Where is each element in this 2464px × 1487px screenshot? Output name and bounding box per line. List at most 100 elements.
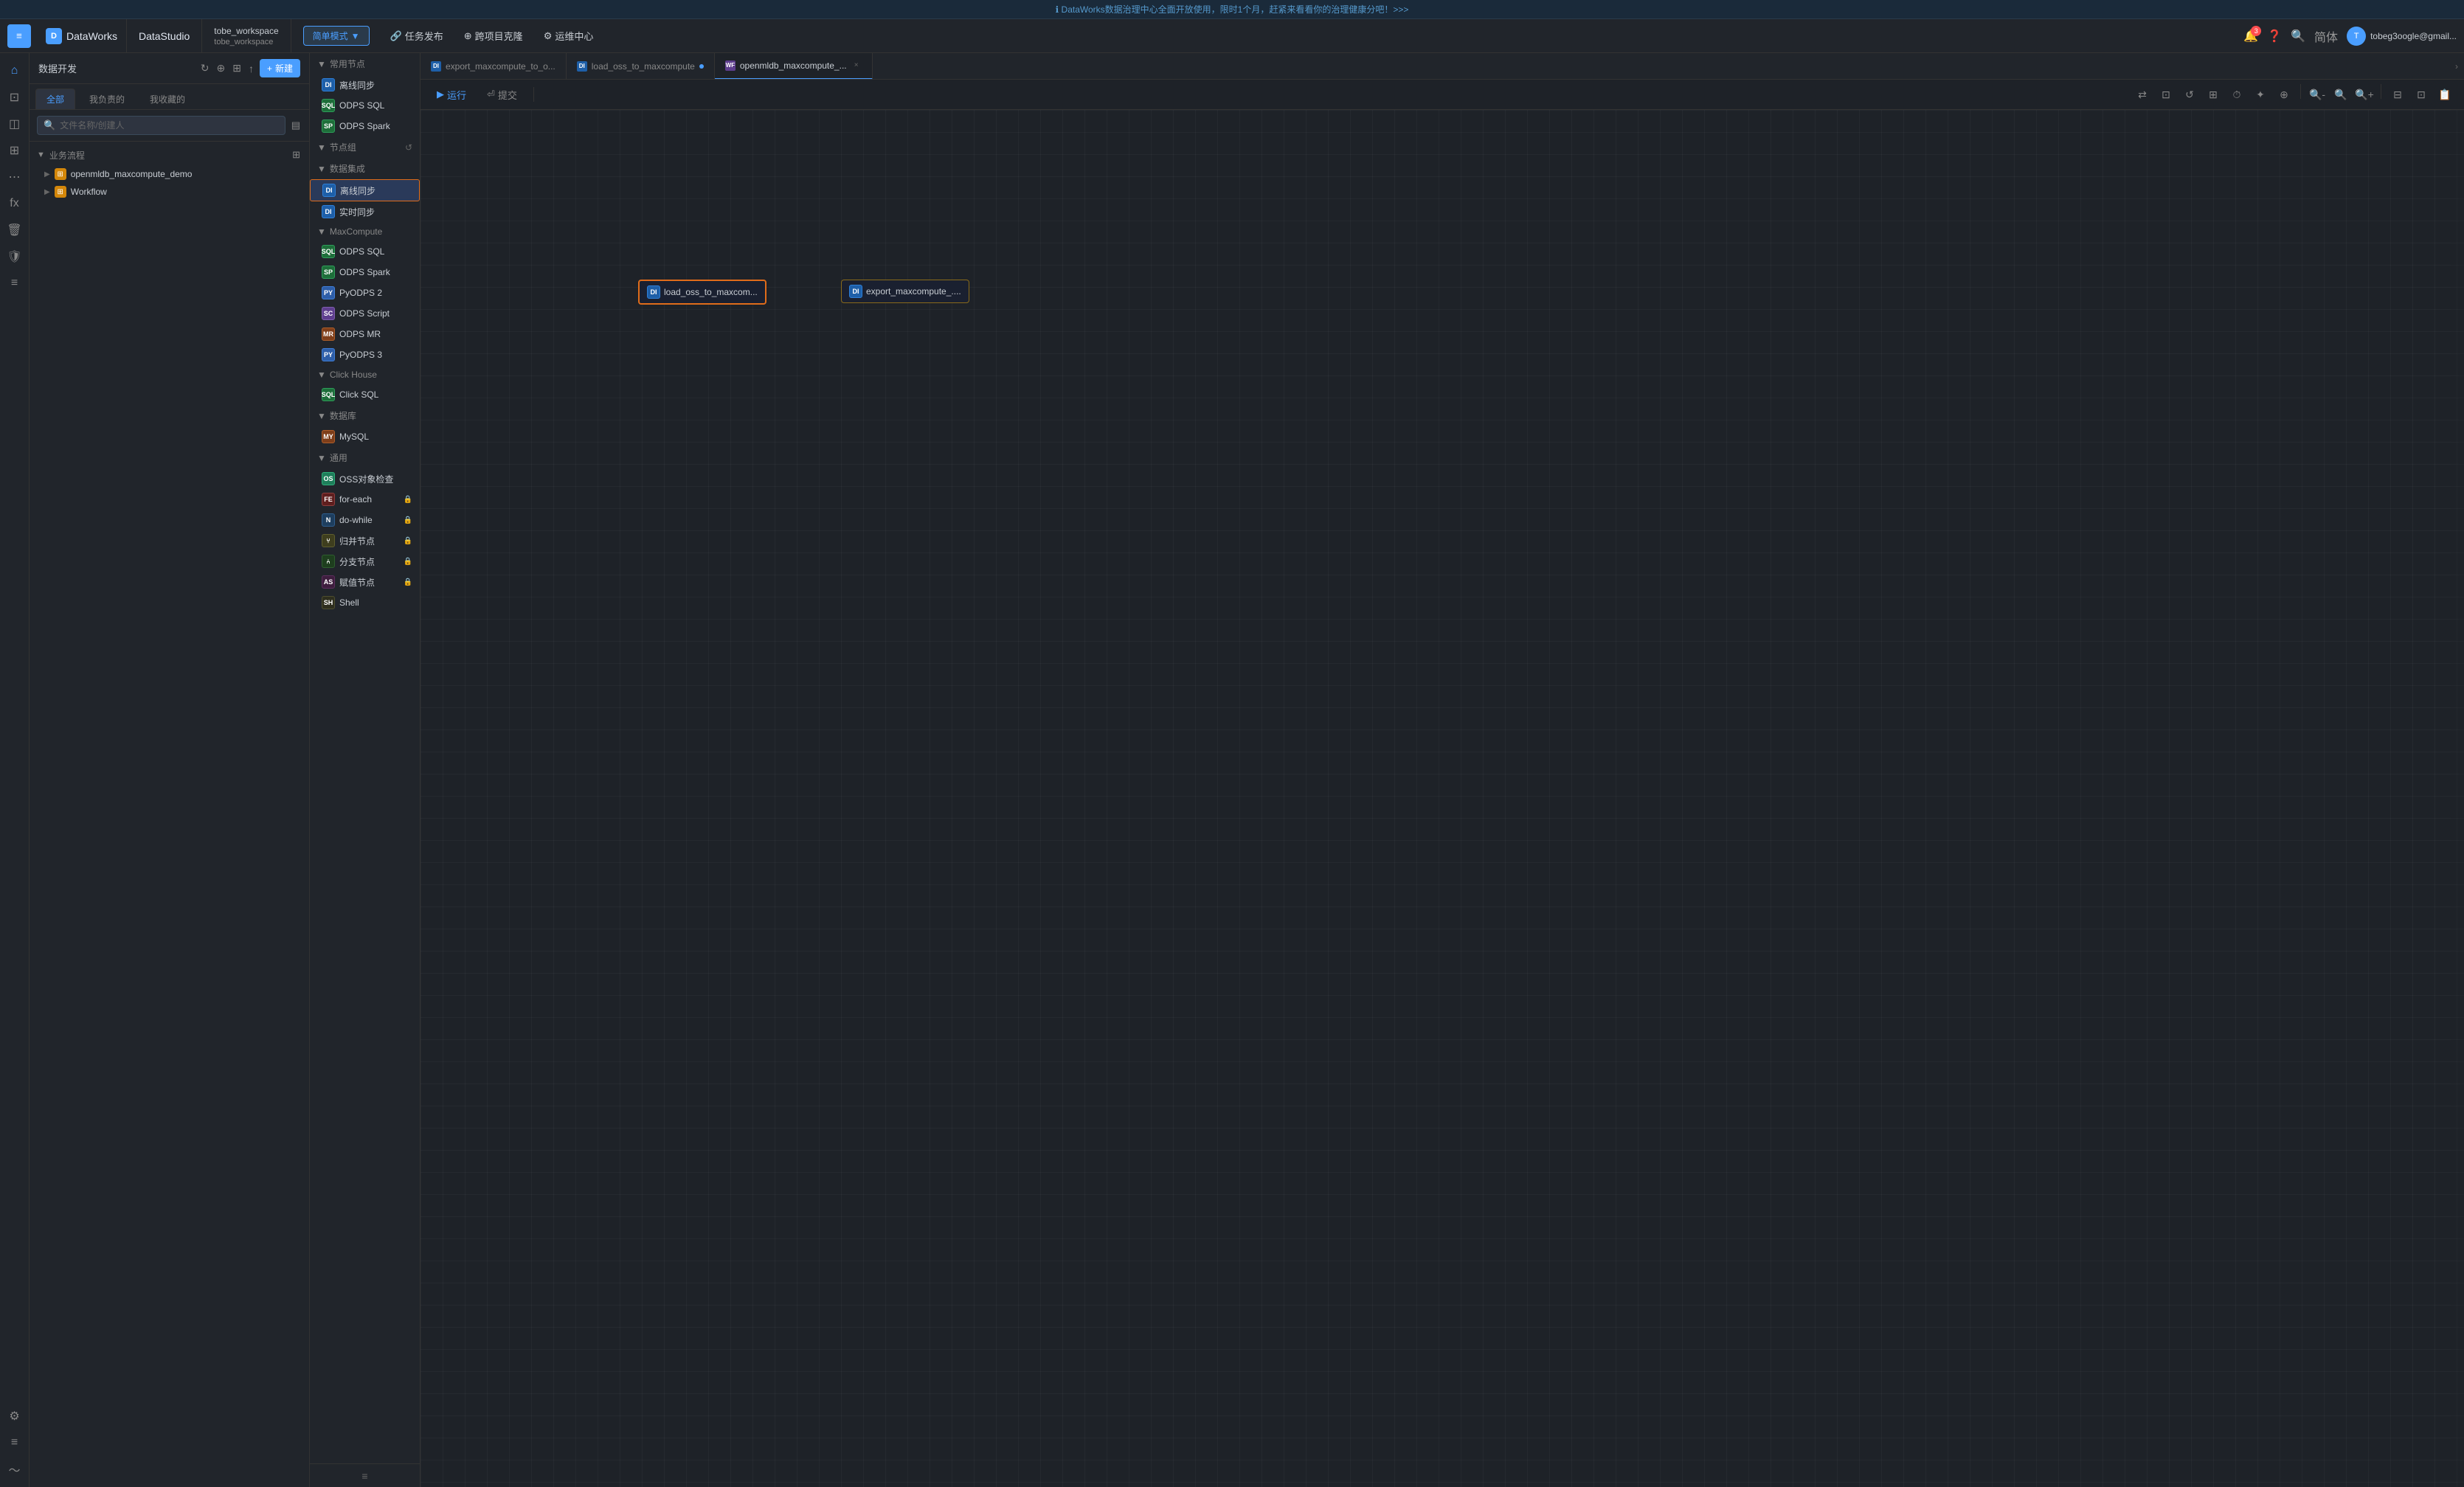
scroll-indicator[interactable]: › [2455,61,2458,72]
node-shell[interactable]: SH Shell [310,592,420,613]
submit-button[interactable]: ⏎ 提交 [480,85,525,105]
arrow-btn[interactable]: ⇄ [2132,84,2153,105]
group-data-integration[interactable]: ▼ 数据集成 [310,158,420,179]
select-btn[interactable]: ⊡ [2156,84,2176,105]
collapse-icon[interactable]: ≡ [361,1470,367,1482]
node-offline-sync-common[interactable]: DI 离线同步 [310,74,420,95]
user-menu[interactable]: T tobeg3oogle@gmail... [2347,27,2457,46]
avatar: T [2347,27,2366,46]
canvas-node-load-oss[interactable]: DI load_oss_to_maxcom... [638,280,766,305]
main-header: ≡ D DataWorks DataStudio tobe_workspace … [0,19,2464,53]
node-realtime-sync[interactable]: DI 实时同步 [310,201,420,222]
zoom-in-btn[interactable]: 🔍+ [2354,84,2375,105]
canvas-node-export-maxcompute[interactable]: DI export_maxcompute_.... [841,280,969,303]
toolbar-divider [533,87,534,102]
refresh-button[interactable]: ↻ [199,60,211,76]
node-assign[interactable]: AS 赋值节点 🔒 [310,572,420,592]
sidebar-item-workflow[interactable]: ⋯ [3,165,27,189]
filter-icon[interactable]: ▤ [290,118,302,133]
grid-btn[interactable]: ⊞ [2203,84,2224,105]
node-for-each[interactable]: FE for-each 🔒 [310,489,420,510]
tab-load-oss[interactable]: DI load_oss_to_maxcompute [567,53,715,80]
tree-item-workflow[interactable]: ▶ ⊞ Workflow [30,183,309,201]
node-do-while[interactable]: N do-while 🔒 [310,510,420,530]
node-oss-check[interactable]: OS OSS对象检查 [310,468,420,489]
chevron-right-icon: ▶ [44,170,50,178]
sidebar-item-table[interactable]: ⊞ [3,139,27,162]
ops-center-button[interactable]: ⚙ 运维中心 [535,24,603,47]
help-button[interactable]: ❓ [2267,29,2282,44]
node-offline-sync-selected[interactable]: DI 离线同步 [310,179,420,201]
timer-btn[interactable]: ⏱ [2226,84,2247,105]
tab-export-maxcompute[interactable]: DI export_maxcompute_to_o... [421,53,567,80]
task-publish-button[interactable]: 🔗 任务发布 [381,24,452,47]
collapse-btn[interactable]: ⊟ [2387,84,2408,105]
sidebar-item-functions[interactable]: fx [3,192,27,215]
workspace-selector[interactable]: tobe_workspace tobe_workspace [202,19,291,53]
add-btn[interactable]: ⊕ [2274,84,2294,105]
cross-project-button[interactable]: ⊕ 跨项目克隆 [455,24,532,47]
tab-all[interactable]: 全部 [35,89,75,109]
tab-openmldb-workflow[interactable]: WF openmldb_maxcompute_... × [715,53,873,80]
sidebar-item-shield[interactable]: 🛡 [3,245,27,268]
node-odps-sql-top[interactable]: SQL ODPS SQL [310,95,420,116]
language-button[interactable]: 简体 [2314,27,2338,45]
sidebar-item-search[interactable]: ⊡ [3,86,27,109]
sidebar-item-data[interactable]: ◫ [3,112,27,136]
sidebar-item-menu[interactable]: ≡ [3,1431,27,1455]
tabs-bar: DI export_maxcompute_to_o... DI load_oss… [421,53,2464,80]
node-odps-spark[interactable]: SP ODPS Spark [310,262,420,283]
node-branch[interactable]: ⑃ 分支节点 🔒 [310,551,420,572]
tab-favorites[interactable]: 我收藏的 [139,89,196,109]
group-common[interactable]: ▼ 常用节点 [310,53,420,74]
node-pyodps3[interactable]: PY PyODPS 3 [310,344,420,365]
sidebar-item-settings[interactable]: ⚙ [3,1404,27,1428]
run-button[interactable]: ▶ 运行 [429,85,474,105]
sidebar-item-trash[interactable]: 🗑 [3,218,27,242]
sidebar-item-waves[interactable]: 〜 [3,1457,27,1481]
search-input[interactable] [60,120,279,131]
refresh-icon[interactable]: ↺ [405,142,412,153]
group-database[interactable]: ▼ 数据库 [310,405,420,426]
menu-button[interactable]: ≡ [7,24,31,48]
tab-close-button[interactable]: × [851,60,862,71]
notification-button[interactable]: 🔔 3 [2243,29,2258,44]
node-odps-mr[interactable]: MR ODPS MR [310,324,420,344]
zoom-out-btn[interactable]: 🔍- [2307,84,2328,105]
sidebar-item-docs[interactable]: ≡ [3,271,27,295]
node-merge[interactable]: ⑂ 归并节点 🔒 [310,530,420,551]
upload-button[interactable]: ↑ [247,61,255,76]
chevron-right-icon: ▶ [44,188,50,196]
node-pyodps2[interactable]: PY PyODPS 2 [310,283,420,303]
grid-view-button[interactable]: ⊞ [231,60,243,76]
search-input-wrap[interactable]: 🔍 [37,116,285,135]
left-panel-search: 🔍 ▤ [30,110,309,142]
new-tab-button[interactable]: ⊕ [215,60,227,76]
group-general[interactable]: ▼ 通用 [310,447,420,468]
node-odps-spark-top[interactable]: SP ODPS Spark [310,116,420,136]
expand-btn[interactable]: ⊡ [2411,84,2432,105]
copy-btn[interactable]: 📋 [2434,84,2455,105]
tab-icon-di: DI [577,61,587,72]
zoom-reset-btn[interactable]: 🔍 [2330,84,2351,105]
refresh-btn[interactable]: ↺ [2179,84,2200,105]
node-odps-script[interactable]: SC ODPS Script [310,303,420,324]
node-odps-sql[interactable]: SQL ODPS SQL [310,241,420,262]
tab-mine[interactable]: 我负责的 [78,89,136,109]
node-click-sql[interactable]: SQL Click SQL [310,384,420,405]
grid-icon[interactable]: ⊞ [291,148,302,162]
group-node-set[interactable]: ▼ 节点组 ↺ [310,136,420,158]
tree-section-business[interactable]: ▼ 业务流程 ⊞ [30,145,309,165]
new-button[interactable]: + 新建 [260,59,300,77]
search-button[interactable]: 🔍 [2291,29,2305,44]
sidebar-item-home[interactable]: ⌂ [3,59,27,83]
node-mysql[interactable]: MY MySQL [310,426,420,447]
tree-item-openmldb[interactable]: ▶ ⊞ openmldb_maxcompute_demo [30,165,309,183]
group-maxcompute[interactable]: ▼ MaxCompute [310,222,420,241]
group-clickhouse[interactable]: ▼ Click House [310,365,420,384]
sparkle-btn[interactable]: ✦ [2250,84,2271,105]
canvas-toolbar: ▶ 运行 ⏎ 提交 ⇄ ⊡ ↺ ⊞ ⏱ ✦ ⊕ 🔍- 🔍 🔍+ [421,80,2464,110]
mode-button[interactable]: 简单模式 ▼ [303,26,370,46]
chevron-down-icon: ▼ [37,150,45,159]
canvas[interactable]: DI load_oss_to_maxcom... DI export_maxco… [421,110,2464,1487]
